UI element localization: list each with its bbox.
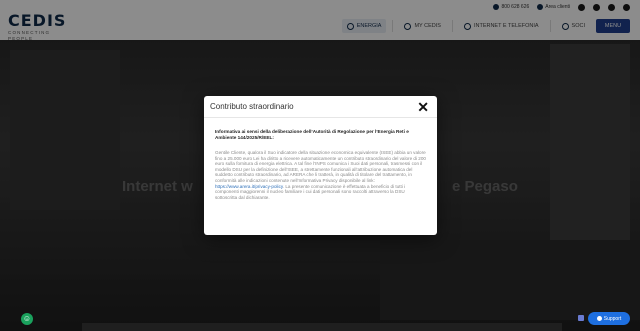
contributo-modal: Contributo straordinario ✕ Informativa a… bbox=[204, 96, 437, 235]
support-label: Support bbox=[603, 315, 622, 322]
support-button[interactable]: Support bbox=[588, 312, 630, 325]
modal-body: Informativa ai sensi della deliberazione… bbox=[204, 118, 437, 200]
modal-paragraph-text: Gentile Cliente, qualora il Suo indicato… bbox=[215, 150, 426, 183]
modal-paragraph: Gentile Cliente, qualora il Suo indicato… bbox=[215, 150, 427, 200]
close-icon[interactable]: ✕ bbox=[417, 100, 429, 114]
accessibility-icon[interactable]: ☺ bbox=[21, 313, 33, 325]
privacy-policy-link[interactable]: https://www.arera.it/privacy-policy bbox=[215, 184, 283, 189]
modal-intro: Informativa ai sensi della deliberazione… bbox=[215, 129, 409, 140]
modal-header: Contributo straordinario ✕ bbox=[204, 96, 437, 118]
chat-icon bbox=[596, 316, 602, 321]
modal-title: Contributo straordinario bbox=[210, 102, 294, 111]
recaptcha-badge bbox=[578, 315, 584, 321]
